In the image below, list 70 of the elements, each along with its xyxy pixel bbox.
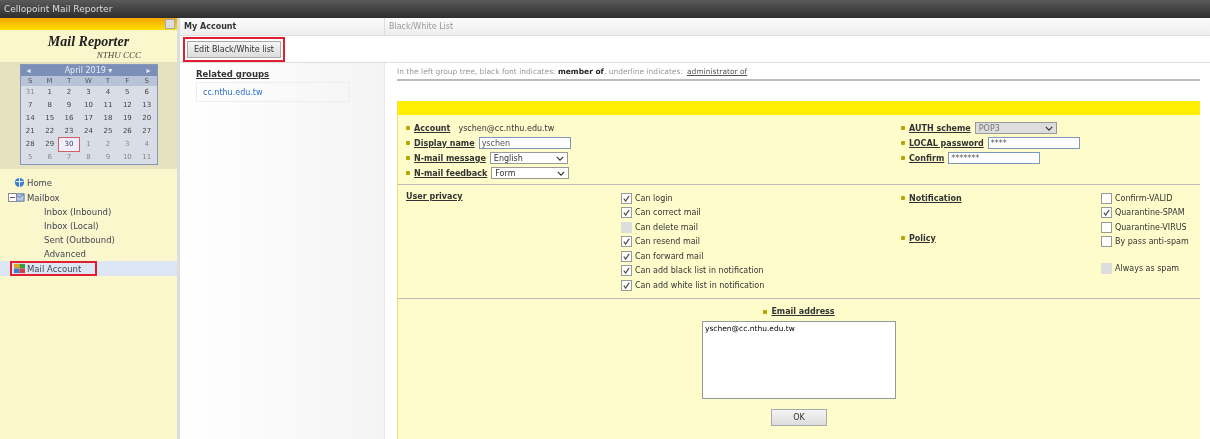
chevron-icon bbox=[1044, 125, 1053, 131]
field-label: User privacy bbox=[406, 192, 463, 201]
bullet-icon bbox=[901, 126, 905, 130]
checkbox[interactable] bbox=[621, 279, 632, 291]
field-label: AUTH scheme bbox=[909, 123, 971, 133]
bullet-icon bbox=[901, 196, 905, 200]
tree-item[interactable]: Mail Account bbox=[0, 261, 177, 276]
checkbox-label: Can delete mail bbox=[635, 222, 698, 232]
checkbox-label: Confirm-VALID bbox=[1115, 193, 1173, 203]
bullet-icon bbox=[901, 236, 905, 240]
mailbox-icon bbox=[14, 192, 25, 203]
dropdown[interactable]: Form bbox=[491, 167, 570, 179]
checkbox-label: Can login bbox=[635, 193, 673, 203]
field-label: Policy bbox=[909, 233, 936, 243]
checkbox-label: By pass anti-spam bbox=[1115, 237, 1189, 247]
checkbox-label: Quarantine-SPAM bbox=[1115, 208, 1185, 218]
tree-item[interactable]: Home bbox=[0, 175, 177, 190]
bullet-icon bbox=[406, 171, 410, 175]
checkbox[interactable] bbox=[1101, 221, 1112, 233]
tree-item[interactable]: Advanced bbox=[0, 247, 177, 261]
related-groups-heading: Related groups bbox=[196, 69, 271, 79]
tab[interactable]: My Account bbox=[180, 18, 385, 35]
edit-list-button[interactable]: Edit Black/White list bbox=[187, 40, 281, 58]
logo-subtitle: NTHU CCC bbox=[96, 50, 141, 60]
bullet-icon bbox=[406, 141, 410, 145]
checkbox[interactable] bbox=[621, 236, 632, 248]
ok-button[interactable]: OK bbox=[771, 408, 827, 426]
input-field[interactable]: yschen bbox=[478, 137, 571, 149]
input-field[interactable]: ******* bbox=[948, 152, 1041, 164]
bullet-icon bbox=[901, 156, 905, 160]
field-value: yschen@cc.nthu.edu.tw bbox=[458, 123, 555, 133]
checkbox-label: Quarantine-VIRUS bbox=[1115, 222, 1187, 232]
group-link[interactable]: cc.nthu.edu.tw bbox=[203, 88, 263, 97]
field-label: Notification bbox=[909, 193, 962, 203]
checkbox[interactable] bbox=[1101, 236, 1112, 248]
users-icon bbox=[14, 263, 25, 274]
bullet-icon bbox=[763, 309, 768, 314]
checkbox-label: Can correct mail bbox=[635, 208, 701, 218]
highlight-frame: Mail Account bbox=[10, 261, 98, 276]
collapse-icon[interactable] bbox=[8, 193, 17, 202]
field-label: N-mail message bbox=[414, 153, 486, 163]
field-label: Account bbox=[414, 123, 451, 133]
globe-icon bbox=[14, 177, 25, 188]
bullet-icon bbox=[406, 126, 410, 130]
tree-item[interactable]: Sent (Outbound) bbox=[0, 233, 177, 247]
tree-item[interactable]: Mailbox bbox=[0, 190, 177, 205]
window-title: Cellopoint Mail Reporter bbox=[4, 4, 113, 14]
dropdown[interactable]: English bbox=[489, 152, 568, 164]
checkbox[interactable] bbox=[1101, 192, 1112, 204]
checkbox[interactable] bbox=[621, 207, 632, 219]
logo-title: Mail Reporter bbox=[47, 34, 130, 50]
checkbox-label: Can resend mail bbox=[635, 237, 701, 247]
bullet-icon bbox=[406, 156, 410, 160]
checkbox-label: Always as spam bbox=[1115, 263, 1180, 273]
checkbox[interactable] bbox=[1101, 207, 1112, 219]
checkbox[interactable] bbox=[621, 265, 632, 277]
checkbox[interactable] bbox=[621, 192, 632, 204]
checkbox[interactable] bbox=[621, 250, 632, 262]
field-label: Email address bbox=[771, 307, 835, 316]
input-field[interactable]: **** bbox=[987, 137, 1080, 149]
field-label: Display name bbox=[414, 138, 475, 148]
checkbox-label: Can forward mail bbox=[635, 251, 704, 261]
tree-item[interactable]: Inbox (Inbound) bbox=[0, 205, 177, 219]
field-label: LOCAL password bbox=[909, 138, 984, 148]
checkbox-label: Can add white list in notification bbox=[635, 280, 765, 290]
field-label: N-mail feedback bbox=[414, 168, 488, 178]
field-label: Confirm bbox=[909, 153, 945, 163]
tree-item[interactable]: Inbox (Local) bbox=[0, 219, 177, 233]
bullet-icon bbox=[901, 141, 905, 145]
checkbox-label: Can add black list in notification bbox=[635, 266, 764, 276]
